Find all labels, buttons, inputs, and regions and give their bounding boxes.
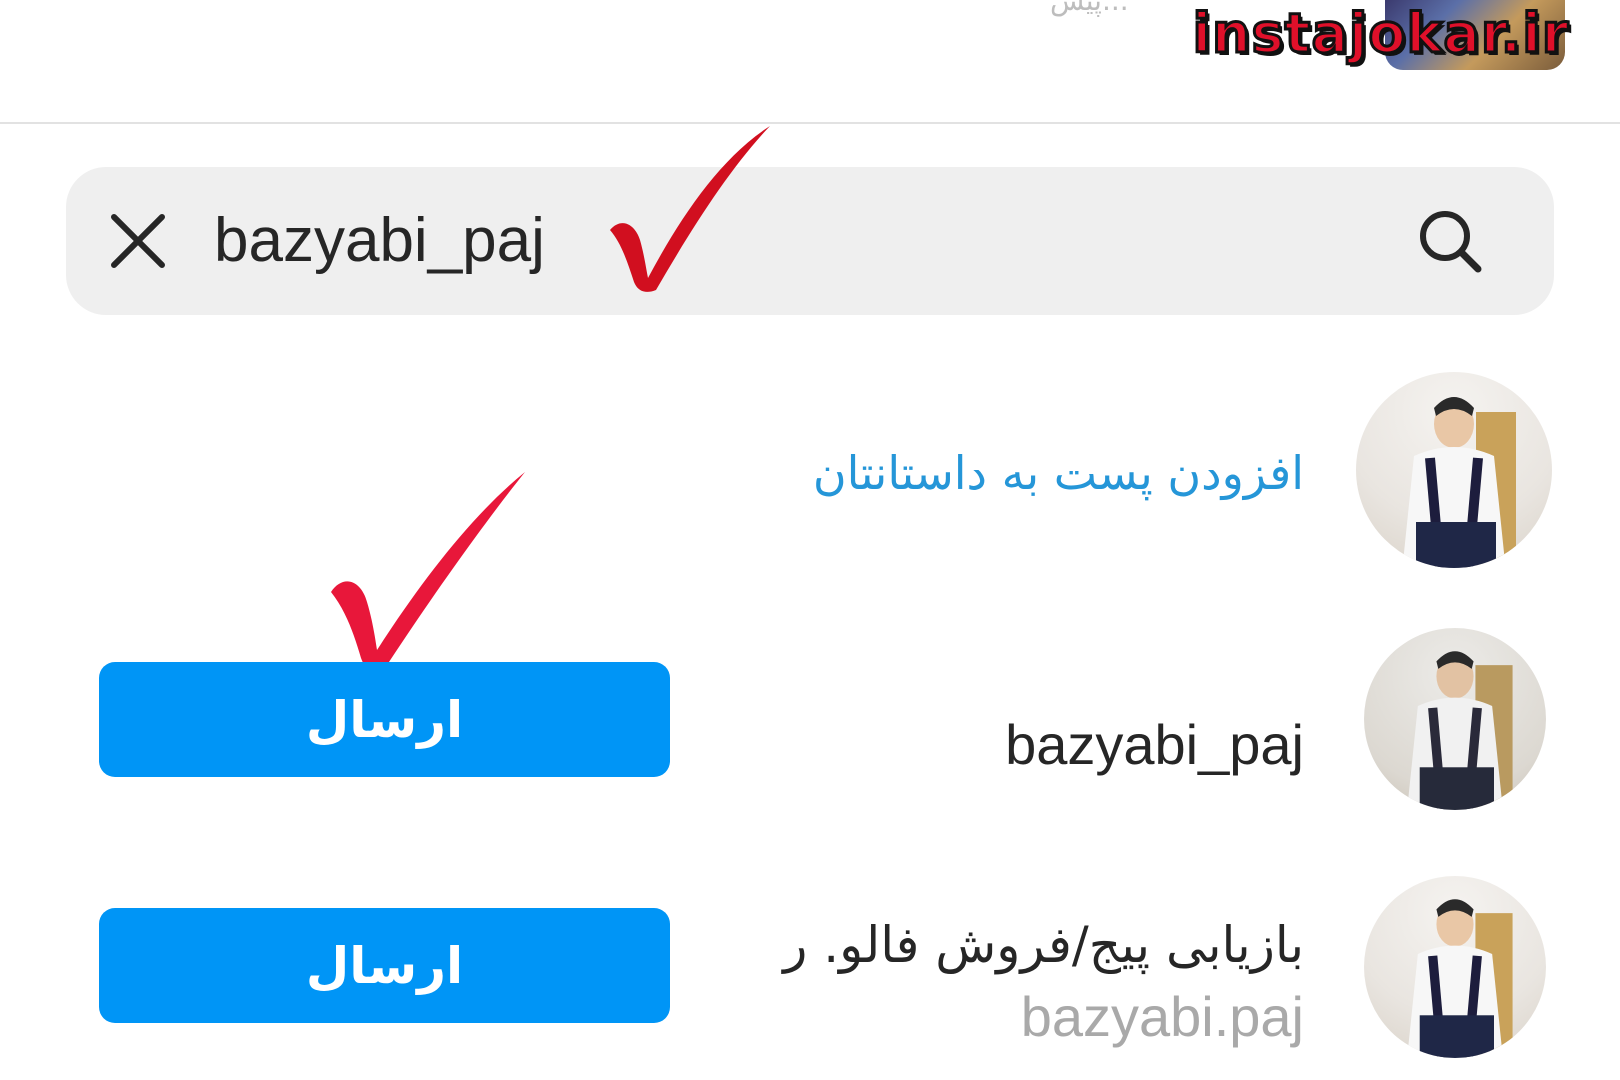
header-faded-text: ...پیش (1050, 0, 1129, 17)
send-button[interactable]: ارسال (99, 662, 670, 777)
close-icon[interactable] (106, 209, 170, 273)
full-name: بازیابی پیج/فروش فالو. ر (783, 916, 1304, 974)
add-to-story-link[interactable]: افزودن پست به داستانتان (813, 446, 1304, 500)
username: bazyabi.paj (1020, 985, 1304, 1048)
search-icon (1420, 211, 1482, 273)
search-input[interactable]: bazyabi_paj (214, 201, 545, 281)
send-button[interactable]: ارسال (99, 908, 670, 1023)
avatar (1356, 372, 1552, 568)
list-item[interactable]: bazyabi_paj ارسال (0, 628, 1620, 818)
top-header: ...پیش instajokar.ir (0, 0, 1620, 122)
list-item[interactable]: افزودن پست به داستانتان (0, 372, 1620, 582)
username: bazyabi_paj (1005, 713, 1304, 776)
avatar (1364, 628, 1546, 810)
checkmark-icon (610, 126, 770, 292)
watermark-logo: instajokar.ir (1191, 0, 1570, 66)
search-bar[interactable]: bazyabi_paj (66, 167, 1554, 315)
header-divider (0, 122, 1620, 124)
avatar (1364, 876, 1546, 1058)
list-item[interactable]: بازیابی پیج/فروش فالو. ر bazyabi.paj ارس… (0, 876, 1620, 1076)
